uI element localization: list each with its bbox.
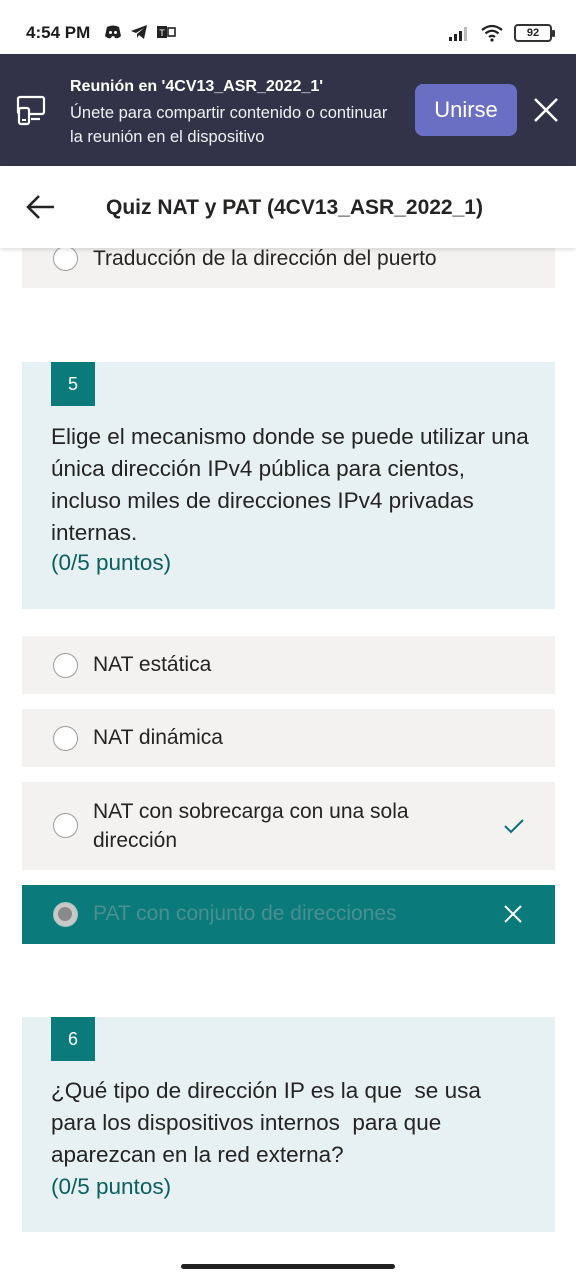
gesture-nav-handle[interactable]	[181, 1264, 395, 1269]
page-title: Quiz NAT y PAT (4CV13_ASR_2022_1)	[106, 196, 483, 219]
banner-subtitle: Únete para compartir contenido o continu…	[70, 104, 388, 146]
question-text: Elige el mecanismo donde se puede utiliz…	[51, 424, 529, 545]
option-label: NAT con sobrecarga con una sola direcció…	[93, 800, 409, 852]
question-number: 5	[51, 362, 95, 406]
checkmark-icon	[504, 819, 524, 834]
incorrect-x-icon	[504, 905, 522, 923]
question-card: 6 ¿Qué tipo de dirección IP es la que se…	[22, 1017, 555, 1232]
banner-title: Reunión en '4CV13_ASR_2022_1'	[70, 78, 324, 95]
radio-button[interactable]	[53, 653, 78, 678]
option-label: NAT dinámica	[93, 726, 223, 749]
status-bar: 4:54 PM T 92	[0, 0, 576, 54]
signal-icon	[449, 27, 467, 41]
teams-notification-icon: T	[157, 26, 176, 38]
radio-button[interactable]	[53, 246, 78, 271]
question-text: ¿Qué tipo de dirección IP es la que se u…	[51, 1078, 488, 1167]
status-time: 4:54 PM	[26, 23, 91, 42]
status-app-icons: T	[104, 24, 176, 40]
question-card: 5 Elige el mecanismo donde se puede util…	[22, 362, 555, 609]
app-header: Quiz NAT y PAT (4CV13_ASR_2022_1)	[0, 166, 576, 248]
radio-button-selected[interactable]	[53, 902, 78, 927]
option-item-selected-wrong[interactable]: PAT con conjunto de direcciones	[22, 885, 555, 944]
option-item[interactable]: NAT estática	[22, 636, 555, 694]
battery-icon: 92	[514, 24, 555, 42]
radio-button[interactable]	[53, 813, 78, 838]
question-points: (0/5 puntos)	[51, 550, 172, 575]
option-item[interactable]: NAT dinámica	[22, 709, 555, 767]
wifi-icon	[481, 24, 503, 42]
option-item-correct[interactable]: NAT con sobrecarga con una sola direcció…	[22, 782, 555, 870]
question-points: (0/5 puntos)	[51, 1174, 172, 1199]
close-icon[interactable]	[532, 96, 560, 124]
join-button[interactable]: Unirse	[415, 84, 517, 136]
back-arrow-icon[interactable]	[26, 194, 56, 220]
option-label: PAT con conjunto de direcciones	[93, 902, 397, 925]
option-label: Traducción de la dirección del puerto	[93, 247, 437, 270]
radio-button[interactable]	[53, 726, 78, 751]
meeting-banner[interactable]: Reunión en '4CV13_ASR_2022_1' Únete para…	[0, 54, 576, 166]
option-label: NAT estática	[93, 653, 212, 676]
device-cast-icon	[16, 95, 46, 126]
svg-text:T: T	[159, 28, 165, 38]
discord-icon	[105, 25, 121, 39]
status-right: 92	[448, 24, 555, 42]
telegram-icon	[131, 25, 147, 39]
question-number: 6	[51, 1017, 95, 1061]
